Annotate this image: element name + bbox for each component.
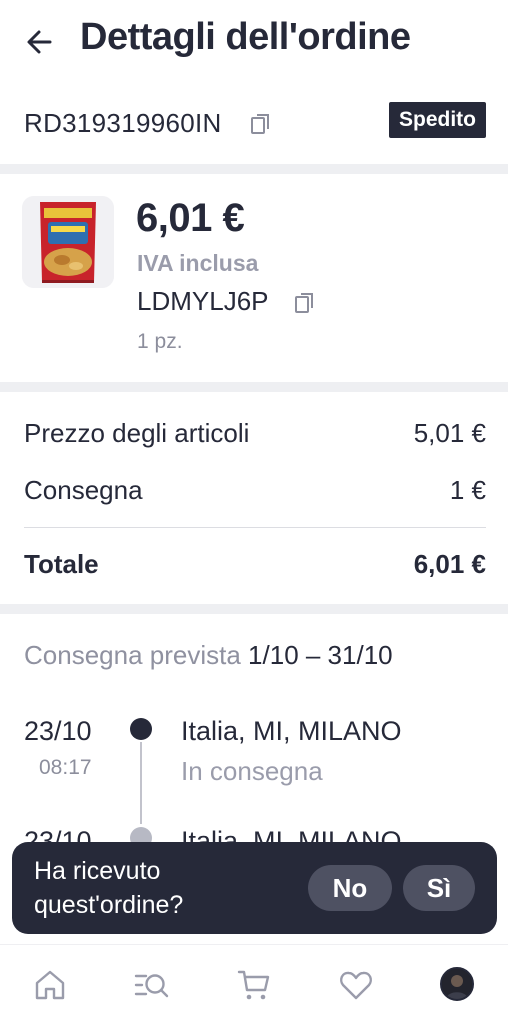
- snack-package-image: [22, 196, 114, 288]
- received-prompt: Ha ricevuto quest'ordine? No Sì: [12, 842, 497, 934]
- total-label: Totale: [24, 549, 99, 579]
- nav-cart[interactable]: [236, 967, 272, 1003]
- delivery-label: Consegna prevista: [24, 640, 241, 670]
- no-button[interactable]: No: [308, 865, 392, 911]
- page-title: Dettagli dell'ordine: [80, 16, 411, 58]
- tracking-timeline: 23/10 08:17 Italia, MI, MILANO In conseg…: [24, 714, 486, 844]
- vat-note: IVA inclusa: [137, 250, 259, 276]
- yes-button[interactable]: Sì: [403, 865, 475, 911]
- heart-icon: [340, 971, 372, 1000]
- product-price: 6,01 €: [136, 196, 245, 240]
- total-value: 6,01 €: [413, 549, 486, 579]
- catalog-search-icon: [134, 974, 169, 998]
- summary-value: 1 €: [449, 475, 486, 505]
- received-question: Ha ricevuto quest'ordine?: [34, 857, 184, 919]
- user-photo-icon: [442, 969, 472, 999]
- header: Dettagli dell'ordine: [0, 0, 508, 84]
- copy-icon: [251, 114, 269, 134]
- summary-row-total: Totale 6,01 €: [24, 549, 486, 589]
- timeline-time: 08:17: [39, 756, 92, 779]
- copy-sku-button[interactable]: [294, 292, 316, 314]
- cart-icon: [237, 970, 270, 1000]
- nav-favorites[interactable]: [338, 967, 374, 1003]
- timeline-place: Italia, MI, MILANO: [181, 716, 402, 746]
- summary-value: 5,01 €: [413, 418, 486, 448]
- section-divider: [0, 604, 508, 614]
- back-button[interactable]: [22, 24, 58, 60]
- tracking-row: RD319319960IN Spedito: [24, 100, 486, 146]
- tracking-number: RD319319960IN: [24, 108, 222, 138]
- product-image[interactable]: [22, 196, 114, 288]
- section-divider: [0, 382, 508, 392]
- delivery-estimate: Consegna prevista 1/10 – 31/10: [24, 640, 486, 671]
- timeline-date: 23/10: [24, 716, 92, 746]
- product-card[interactable]: 6,01 € IVA inclusa LDMYLJ6P 1 pz.: [22, 196, 492, 366]
- timeline-dot-active: [130, 718, 152, 740]
- nav-home[interactable]: [32, 967, 68, 1003]
- copy-icon: [295, 293, 313, 313]
- bottom-nav: [0, 944, 508, 1024]
- home-icon: [35, 970, 65, 1000]
- status-badge: Spedito: [389, 102, 486, 138]
- product-quantity: 1 pz.: [137, 330, 183, 353]
- timeline-status: In consegna: [181, 756, 323, 786]
- product-sku: LDMYLJ6P: [137, 286, 269, 316]
- arrow-left-icon: [27, 30, 52, 54]
- summary-label: Prezzo degli articoli: [24, 418, 250, 448]
- delivery-range: 1/10 – 31/10: [248, 640, 393, 670]
- copy-tracking-button[interactable]: [250, 113, 272, 135]
- section-divider: [0, 164, 508, 174]
- summary-label: Consegna: [24, 475, 143, 505]
- summary-divider: [24, 527, 486, 528]
- summary-row-items: Prezzo degli articoli 5,01 €: [24, 418, 486, 458]
- timeline-line: [140, 742, 142, 824]
- summary-row-delivery: Consegna 1 €: [24, 475, 486, 515]
- profile-avatar[interactable]: [440, 967, 474, 1001]
- nav-catalog[interactable]: [134, 967, 170, 1003]
